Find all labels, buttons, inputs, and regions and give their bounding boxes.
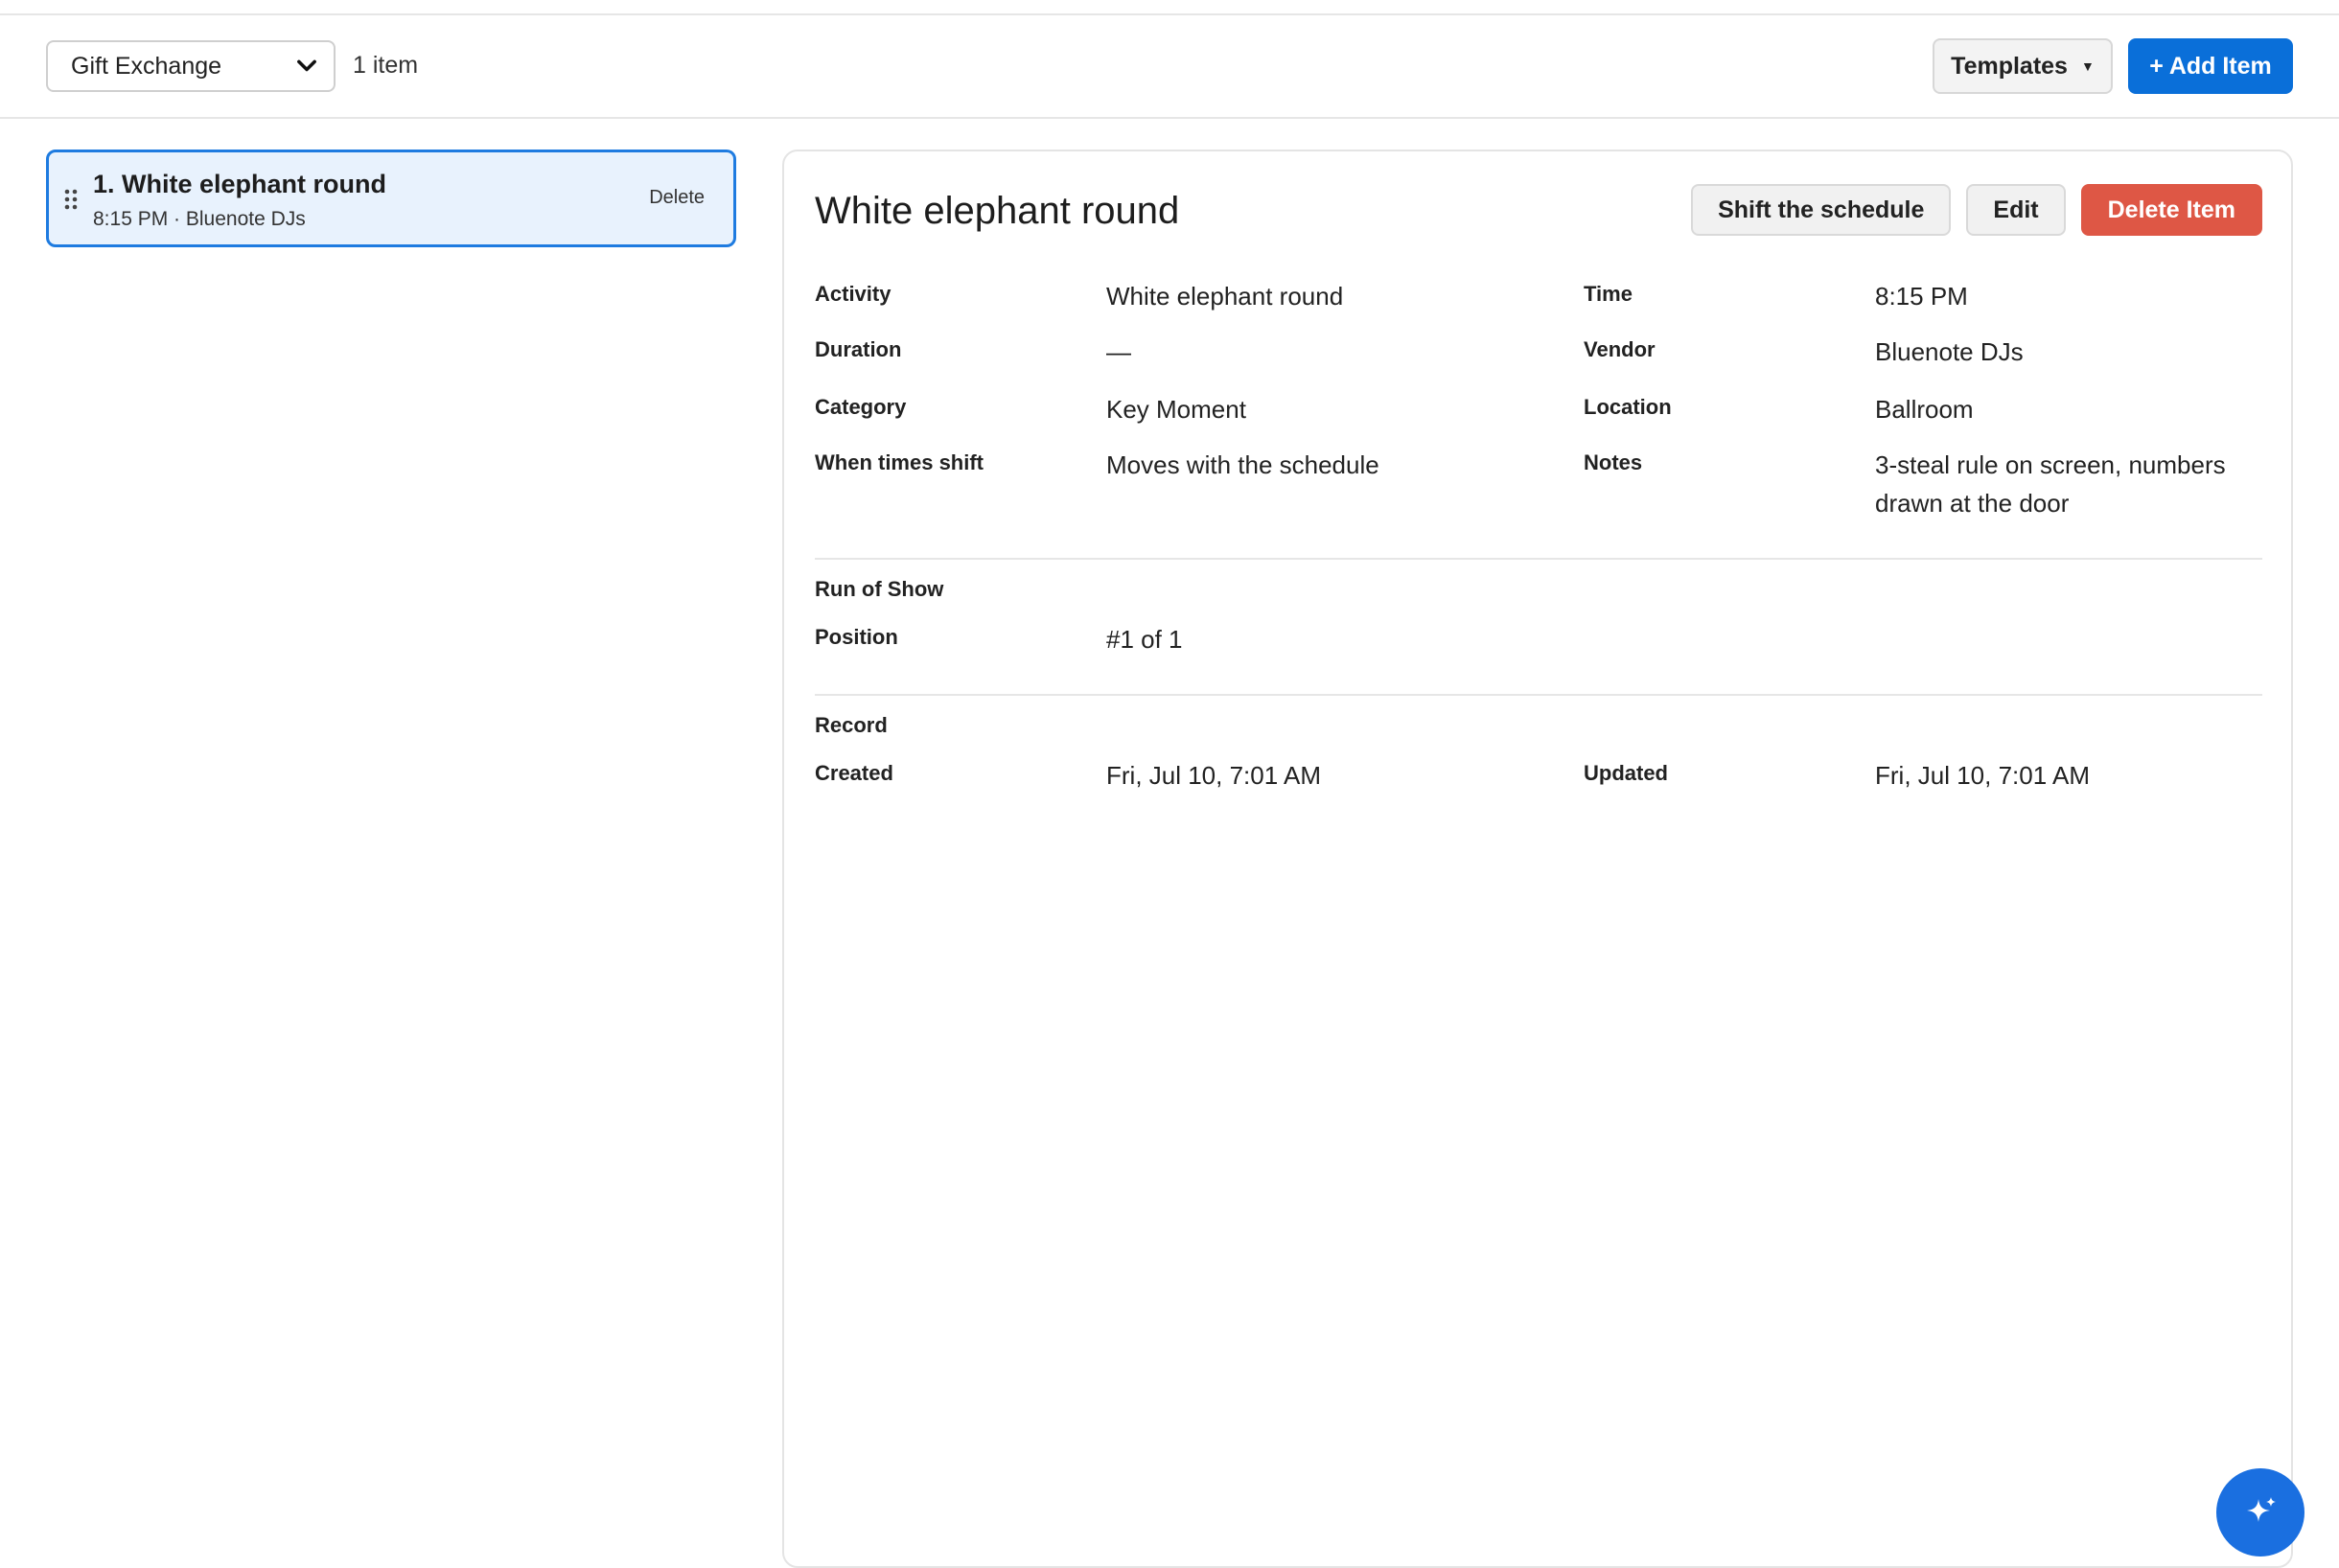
shift-rule-label: When times shift	[815, 450, 984, 474]
location-value: Ballroom	[1875, 395, 1974, 424]
assistant-button[interactable]	[2216, 1468, 2304, 1556]
notes-value-line2: drawn at the door	[1875, 489, 2070, 518]
updated-label: Updated	[1584, 761, 1668, 785]
notes-value-line1: 3-steal rule on screen, numbers	[1875, 450, 2226, 479]
sparkle-icon	[2247, 1497, 2276, 1522]
duration-value: —	[1106, 337, 1131, 366]
category-label: Category	[815, 395, 907, 419]
divider	[815, 694, 2262, 696]
list-select[interactable]: Gift Exchange	[46, 40, 336, 92]
detail-panel: White elephant round Shift the schedule …	[782, 150, 2293, 1568]
divider	[815, 558, 2262, 560]
add-item-button[interactable]: + Add Item	[2128, 38, 2293, 94]
delete-item-button[interactable]: Delete Item	[2080, 184, 2262, 236]
run-of-show-heading: Run of Show	[815, 577, 944, 601]
vendor-value: Bluenote DJs	[1875, 337, 2024, 366]
list-item[interactable]: 1. White elephant round 8:15 PM · Blueno…	[46, 150, 736, 247]
shift-schedule-button[interactable]: Shift the schedule	[1691, 184, 1952, 236]
category-value: Key Moment	[1106, 395, 1246, 424]
position-value: #1 of 1	[1106, 625, 1183, 654]
duration-label: Duration	[815, 337, 902, 361]
chevron-down-icon	[297, 59, 316, 72]
time-label: Time	[1584, 282, 1633, 306]
top-border	[0, 0, 2339, 15]
list-item-delete-button[interactable]: Delete	[649, 187, 705, 209]
notes-label: Notes	[1584, 450, 1643, 474]
drag-handle-icon[interactable]	[64, 189, 78, 210]
created-value: Fri, Jul 10, 7:01 AM	[1106, 761, 1321, 790]
edit-button[interactable]: Edit	[1966, 184, 2066, 236]
list-item-title: 1. White elephant round	[93, 170, 387, 198]
location-label: Location	[1584, 395, 1672, 419]
detail-actions: Shift the schedule Edit Delete Item	[1691, 184, 2262, 236]
list-item-subtitle: 8:15 PM · Bluenote DJs	[93, 208, 306, 230]
caret-down-icon: ▼	[2080, 58, 2095, 74]
shift-rule-value: Moves with the schedule	[1106, 450, 1379, 479]
templates-button[interactable]: Templates ▼	[1933, 38, 2113, 94]
position-label: Position	[815, 625, 898, 649]
list-select-value: Gift Exchange	[71, 52, 222, 80]
time-value: 8:15 PM	[1875, 282, 1968, 311]
templates-label: Templates	[1951, 52, 2068, 80]
item-count: 1 item	[353, 52, 419, 79]
record-heading: Record	[815, 713, 888, 737]
updated-value: Fri, Jul 10, 7:01 AM	[1875, 761, 2090, 790]
activity-label: Activity	[815, 282, 892, 306]
vendor-label: Vendor	[1584, 337, 1656, 361]
toolbar: Gift Exchange 1 item Templates ▼ + Add I…	[0, 15, 2339, 119]
activity-value: White elephant round	[1106, 282, 1344, 311]
created-label: Created	[815, 761, 893, 785]
detail-title: White elephant round	[815, 190, 1180, 232]
item-list: 1. White elephant round 8:15 PM · Blueno…	[46, 150, 736, 247]
